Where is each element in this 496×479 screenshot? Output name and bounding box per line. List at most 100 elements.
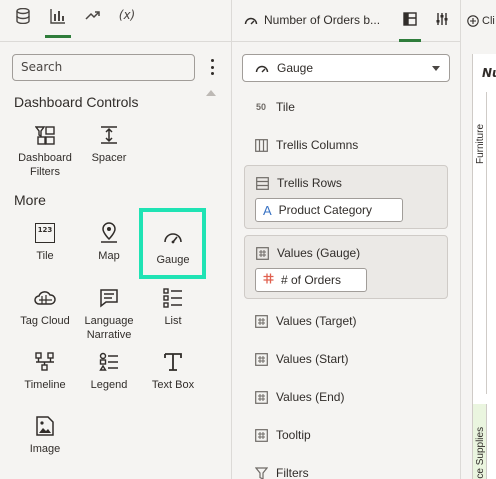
grammar-values-start[interactable]: Values (Start) <box>254 352 348 366</box>
tool-list[interactable]: List <box>142 286 204 328</box>
bar-chart-icon <box>50 9 65 24</box>
tool-text-box[interactable]: Text Box <box>142 350 204 392</box>
tool-tile[interactable]: 123 Tile <box>14 221 76 263</box>
tile-icon: 50 <box>255 102 266 112</box>
canvas-tab[interactable]: Cli <box>467 15 495 27</box>
legend-icon <box>99 352 118 371</box>
grammar-label: Values (Gauge) <box>277 246 361 260</box>
pill-label: Product Category <box>278 203 373 217</box>
timeline-icon <box>35 352 54 371</box>
properties-sliders-icon <box>436 13 448 25</box>
dashboard-filters-icon <box>35 126 55 145</box>
grammar-label: Tile <box>276 100 295 114</box>
visualization-type-select[interactable]: Gauge <box>242 54 450 82</box>
grammar-label: Trellis Columns <box>276 138 359 152</box>
tool-label: Dashboard Filters <box>18 152 72 178</box>
pill-label: # of Orders <box>281 273 342 287</box>
analytics-tab[interactable] <box>80 8 106 38</box>
trend-icon <box>85 11 100 20</box>
grammar-label: Tooltip <box>276 428 311 442</box>
grammar-filters[interactable]: Filters <box>254 466 309 479</box>
tool-legend[interactable]: Legend <box>78 350 140 392</box>
tile-icon: 123 <box>35 223 55 243</box>
language-narrative-icon <box>100 289 118 308</box>
tool-label: Timeline <box>24 379 66 391</box>
orders-pill[interactable]: # of Orders <box>255 268 367 292</box>
tool-label: Legend <box>90 379 128 391</box>
grammar-values-target[interactable]: Values (Target) <box>254 314 356 328</box>
grammar-icon <box>403 12 417 26</box>
tool-label: Tile <box>36 250 54 262</box>
data-tab[interactable] <box>10 8 36 38</box>
attribute-icon: A <box>263 202 272 218</box>
values-gauge-dropzone[interactable]: Values (Gauge) # of Orders <box>244 235 448 299</box>
values-icon <box>254 314 268 328</box>
category-label: Furniture <box>475 123 486 164</box>
grammar-label: Values (Target) <box>276 314 357 328</box>
more-options-icon[interactable] <box>206 56 218 78</box>
visualization-type-value: Gauge <box>277 61 314 75</box>
grammar-panel: Number of Orders b... Gauge 50 Tile Trel… <box>232 0 461 479</box>
grammar-label: Trellis Rows <box>277 176 342 190</box>
tool-label: Spacer <box>91 152 127 164</box>
tool-tag-cloud[interactable]: Tag Cloud <box>14 286 76 328</box>
collapse-section-icon[interactable] <box>206 90 216 96</box>
category-label: Office Supplies <box>475 426 486 479</box>
grammar-label: Values (End) <box>276 390 345 404</box>
add-icon <box>467 15 479 27</box>
product-category-pill[interactable]: A Product Category <box>255 198 403 222</box>
grammar-trellis-rows: Trellis Rows <box>255 176 342 190</box>
grammar-label: Filters <box>276 466 309 479</box>
values-icon <box>255 246 269 260</box>
grammar-tooltip[interactable]: Tooltip <box>254 428 311 442</box>
grammar-values-gauge: Values (Gauge) <box>255 246 360 260</box>
search-input[interactable]: Search <box>12 54 195 81</box>
tool-map[interactable]: Map <box>78 221 140 263</box>
filter-icon <box>254 466 268 479</box>
tool-label: Language Narrative <box>84 315 134 341</box>
trellis-columns-icon <box>254 138 268 152</box>
canvas-tab-label: Cli <box>482 15 495 27</box>
grammar-tab[interactable] <box>399 8 421 42</box>
map-pin-icon <box>101 222 117 243</box>
tooltip-icon <box>254 428 268 442</box>
tool-label: Tag Cloud <box>20 315 70 327</box>
category-band-furniture: Furniture <box>473 92 487 394</box>
tool-spacer[interactable]: Spacer <box>78 123 140 165</box>
section-more: More <box>14 192 46 208</box>
properties-tab[interactable] <box>431 8 453 40</box>
gauge-highlight <box>139 208 206 279</box>
data-panel: (x) Search Dashboard Controls Dashboard … <box>0 0 232 479</box>
tool-label: Map <box>98 250 120 262</box>
tool-label: Text Box <box>151 379 195 391</box>
tag-cloud-icon <box>34 291 56 305</box>
tool-label: List <box>164 315 182 327</box>
visualization-title: Number of Orders b... <box>264 13 381 27</box>
text-box-icon <box>164 353 182 371</box>
data-panel-tabs: (x) <box>0 0 232 42</box>
spacer-icon <box>101 126 117 144</box>
trellis-rows-dropzone[interactable]: Trellis Rows A Product Category <box>244 165 448 229</box>
tool-timeline[interactable]: Timeline <box>14 350 76 392</box>
values-icon <box>254 390 268 404</box>
visualizations-tab[interactable] <box>45 8 71 38</box>
grammar-label: Values (Start) <box>276 352 349 366</box>
section-dashboard-controls: Dashboard Controls <box>14 94 139 110</box>
grammar-panel-tabs: Number of Orders b... <box>232 0 461 42</box>
database-icon <box>16 8 30 24</box>
visualization-canvas[interactable]: Nu Furniture Office Supplies <box>472 54 496 479</box>
grammar-tile[interactable]: 50 Tile <box>254 100 295 114</box>
tool-language-narrative[interactable]: Language Narrative <box>78 286 140 342</box>
tool-dashboard-filters[interactable]: Dashboard Filters <box>14 123 76 179</box>
grammar-values-end[interactable]: Values (End) <box>254 390 344 404</box>
chevron-down-icon <box>432 66 440 71</box>
category-band-office-supplies: Office Supplies <box>473 404 487 479</box>
visualization-title-tab[interactable]: Number of Orders b... <box>244 13 380 27</box>
visualization-canvas-title: Nu <box>482 66 496 80</box>
tool-image[interactable]: Image <box>14 414 76 456</box>
measure-icon <box>263 273 274 287</box>
gauge-icon <box>255 65 269 72</box>
grammar-trellis-columns[interactable]: Trellis Columns <box>254 138 358 152</box>
list-icon <box>163 288 182 308</box>
calculations-tab[interactable]: (x) <box>114 8 140 38</box>
